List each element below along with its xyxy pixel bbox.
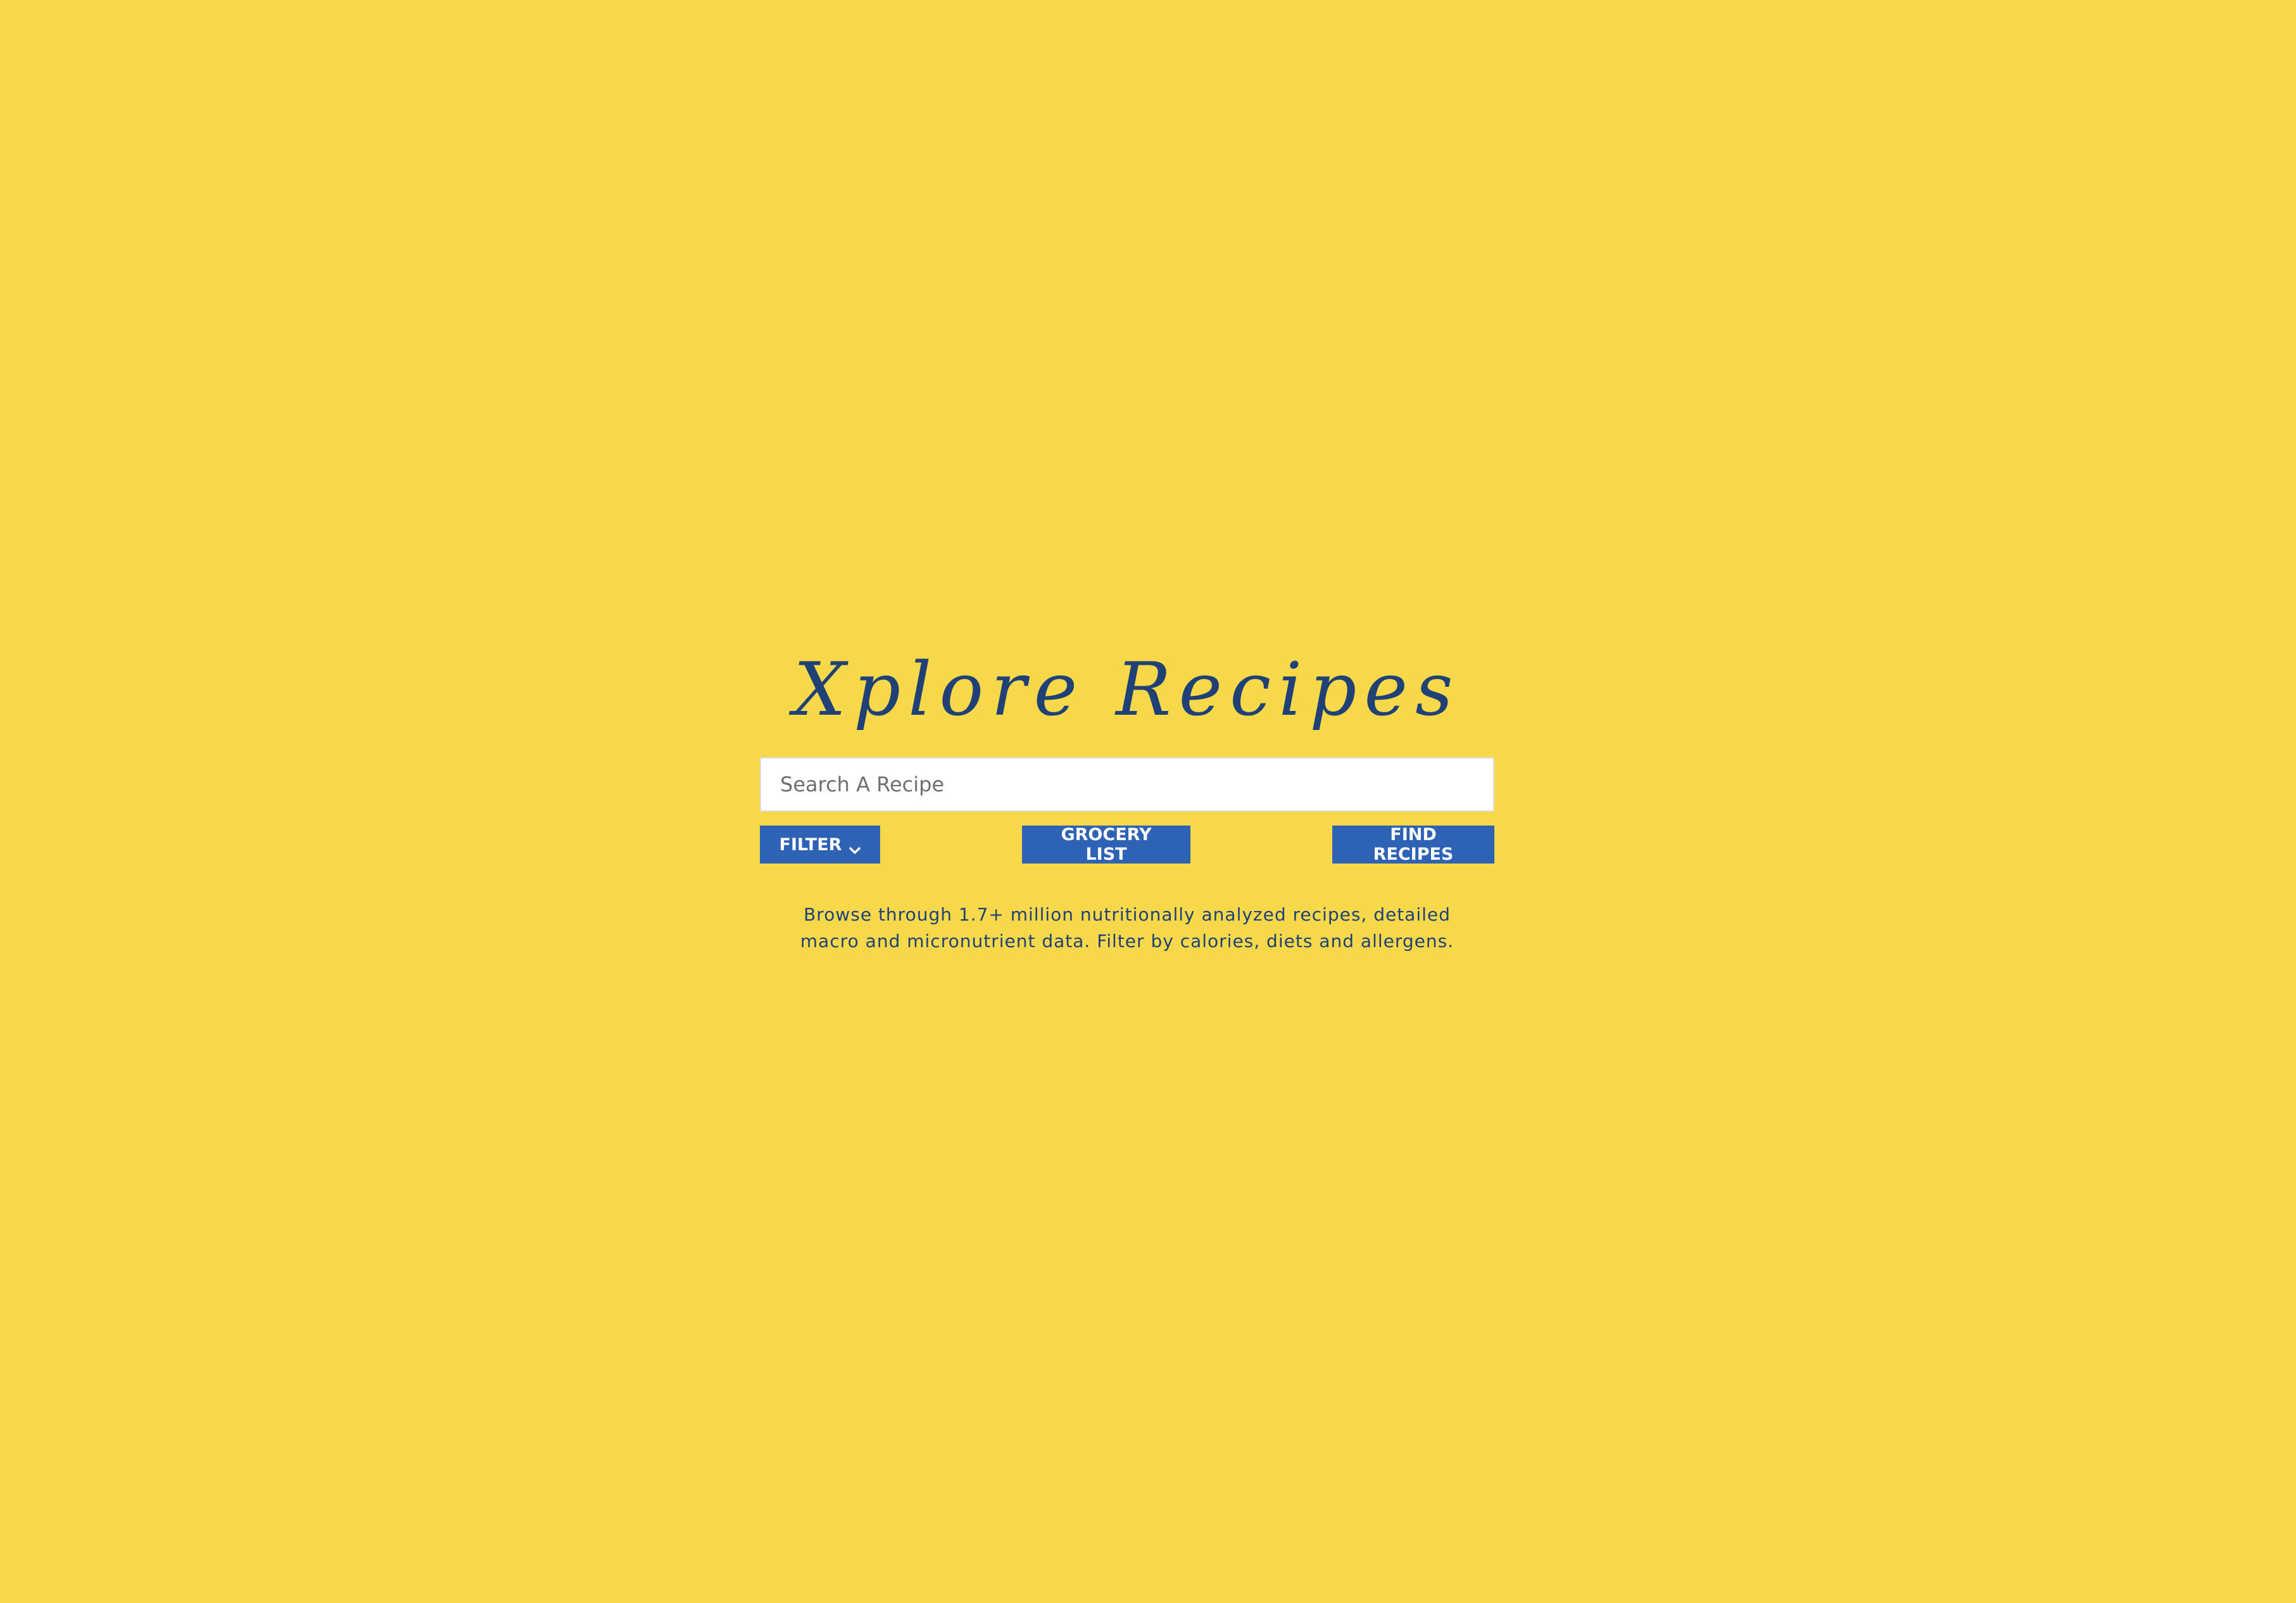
search-input[interactable] xyxy=(760,757,1494,812)
hero-section: Xplore Recipes FILTER GROCERY LIST FIND … xyxy=(760,639,1494,955)
grocery-list-button[interactable]: GROCERY LIST xyxy=(1022,825,1190,864)
hero-description: Browse through 1.7+ million nutritionall… xyxy=(800,904,1454,952)
filter-button[interactable]: FILTER xyxy=(760,826,880,864)
find-recipes-button[interactable]: FIND RECIPES xyxy=(1332,825,1494,864)
chevron-down-icon xyxy=(849,840,861,854)
page-title: Xplore Recipes xyxy=(793,647,1461,732)
filter-button-label: FILTER xyxy=(779,834,842,855)
action-buttons: FILTER GROCERY LIST FIND RECIPES xyxy=(760,825,1494,864)
app-root: { "hero": { "title": "Xplore Recipes", "… xyxy=(0,0,2296,1603)
